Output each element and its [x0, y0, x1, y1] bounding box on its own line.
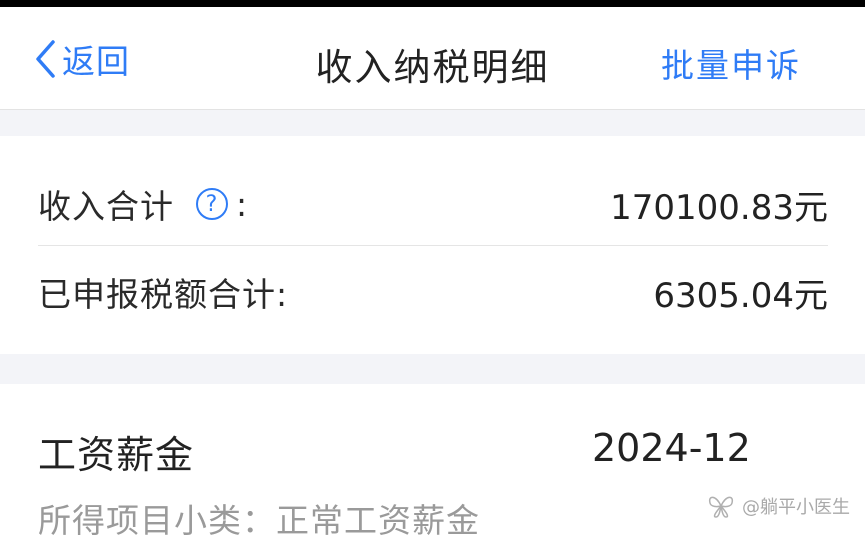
- tax-total-label: 已申报税额合计:: [38, 275, 289, 314]
- income-total-label-group: 收入合计 ? :: [38, 180, 248, 228]
- income-item-title: 工资薪金: [38, 433, 195, 477]
- income-item-period: 2024-12: [592, 426, 751, 470]
- batch-appeal-button[interactable]: 批量申诉: [661, 39, 801, 87]
- divider: [38, 245, 828, 246]
- section-gap: [0, 110, 865, 136]
- watermark: @躺平小医生: [706, 491, 850, 521]
- butterfly-watermark-icon: [708, 496, 734, 518]
- income-total-row: 收入合计 ? : 170100.83元: [38, 172, 828, 236]
- income-total-label: 收入合计: [38, 187, 174, 226]
- status-bar: [0, 0, 865, 7]
- section-gap: [0, 354, 865, 384]
- help-question-icon[interactable]: ?: [196, 188, 228, 220]
- income-total-value: 170100.83元: [610, 187, 828, 228]
- watermark-text: @躺平小医生: [742, 497, 850, 518]
- income-total-colon: :: [236, 184, 249, 224]
- navigation-bar: 返回 收入纳税明细 批量申诉: [0, 7, 865, 110]
- tax-total-value: 6305.04元: [653, 275, 828, 316]
- summary-card: 收入合计 ? : 170100.83元 已申报税额合计: 6305.04元: [0, 136, 865, 354]
- tax-total-row: 已申报税额合计: 6305.04元: [38, 260, 828, 324]
